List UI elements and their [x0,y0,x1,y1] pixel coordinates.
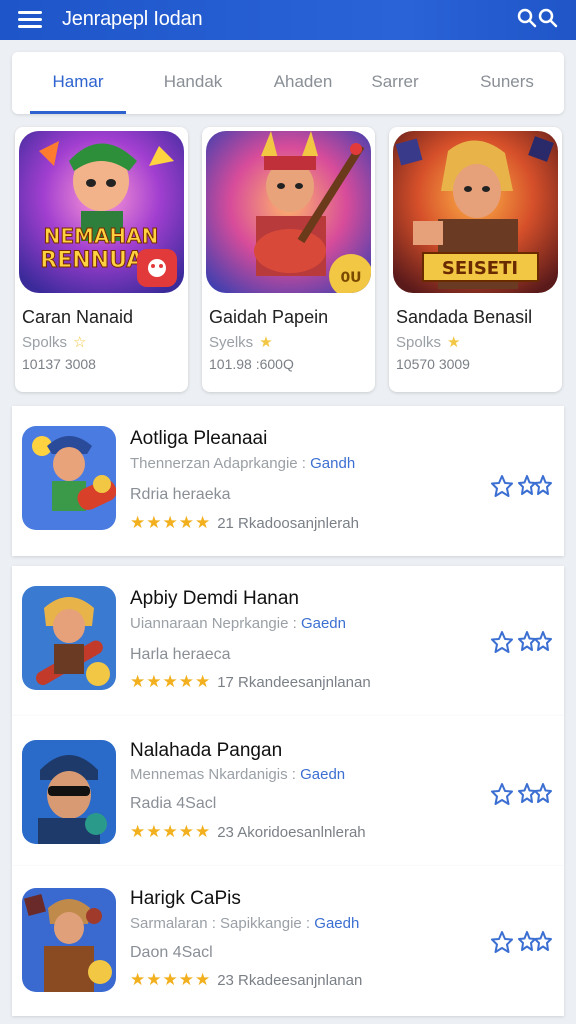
featured-app-name: Caran Nanaid [22,307,134,327]
search-button[interactable] [517,7,561,29]
rating-stars-icon: ★★★★★ [130,513,212,532]
rating-stars-icon: ★★★★★ [130,822,212,841]
app-subtitle: Uiannaraan Neprkangie : Gaedn [130,615,346,632]
featured-app-downloads: 10570 3009 [396,356,470,372]
row-actions [490,930,556,956]
rating-stars-icon: ★★★★★ [130,672,212,691]
featured-game-art: 0U [206,131,371,293]
list-item[interactable]: Harigk CaPis Sarmalaran : Sapikkangie : … [12,866,564,1016]
developer-link[interactable]: Gandh [310,455,355,472]
tab-hamar[interactable]: Hamar [30,72,126,92]
rating-stars-icon: ★★★★★ [130,970,212,989]
row-actions [490,630,556,656]
app-name: Nalahada Pangan [130,740,283,761]
active-tab-indicator [30,111,126,114]
developer-link[interactable]: Gaedn [301,615,346,632]
app-subtitle: Sarmalaran : Sapikkangie : Gaedh [130,915,360,932]
app-name: Aotliga Pleanaai [130,428,268,449]
app-description: Rdria heraeka [130,486,231,503]
search-icon [517,8,558,28]
row-actions [490,782,556,808]
featured-app-name: Sandada Benasil [396,307,533,327]
developer-link[interactable]: Gaedn [300,766,345,783]
hamburger-menu-icon[interactable] [18,8,42,30]
app-title: Jenrapepl Iodan [62,8,203,30]
favorites-icon[interactable] [518,930,554,954]
app-rating: ★★★★★ 23 Rkadeesanjnlanan [130,970,363,989]
app-subtitle: Mennemas Nkardanigis : Gaedn [130,766,346,783]
featured-app-downloads: 101.98 :600Q [209,356,294,372]
list-item[interactable]: Nalahada Pangan Mennemas Nkardanigis : G… [12,716,564,866]
app-rating: ★★★★★ 17 Rkandeesanjnlanan [130,672,371,691]
tab-sarrer[interactable]: Sarrer [340,72,450,92]
category-tabs: Hamar Handak Ahaden Sarrer Suners [12,52,564,114]
star-icon: ★ [447,334,461,351]
app-description: Radia 4Sacl [130,795,217,812]
app-description: Harla heraeca [130,646,231,663]
app-icon [22,888,116,992]
svg-text:NEMAHAN: NEMAHAN [44,224,159,248]
app-description: Daon 4Sacl [130,944,213,961]
star-icon: ★ [259,334,273,351]
list-item[interactable]: Apbiy Demdi Hanan Uiannaraan Neprkangie … [12,566,564,716]
featured-app-name: Gaidah Papein [209,307,329,327]
app-icon [22,740,116,844]
list-item[interactable]: Aotliga Pleanaai Thennerzan Adaprkangie … [12,406,564,556]
favorites-icon[interactable] [518,474,554,498]
app-icon [22,586,116,690]
bookmark-icon[interactable] [490,630,514,654]
featured-app-card[interactable]: 0U Gaidah Papein Syelks ★ 101.98 :600Q [202,127,375,392]
app-rating: ★★★★★ 21 Rkadoosanjnlerah [130,513,359,532]
app-rating: ★★★★★ 23 Akoridoesanlnlerah [130,822,366,841]
featured-app-category: Spolks ★ [396,334,461,351]
app-icon [22,426,116,530]
tab-suners[interactable]: Suners [452,72,562,92]
favorites-icon[interactable] [518,630,554,654]
featured-app-downloads: 10137 3008 [22,356,96,372]
featured-game-art: NEMAHAN RENNUAN [19,131,184,293]
star-icon: ☆ [73,334,87,351]
app-subtitle: Thennerzan Adaprkangie : Gandh [130,455,356,472]
bookmark-icon[interactable] [490,930,514,954]
svg-text:0U: 0U [340,270,361,286]
tab-handak[interactable]: Handak [138,72,248,92]
featured-app-category: Syelks ★ [209,334,273,351]
svg-text:SEISETI: SEISETI [442,258,518,279]
featured-app-card[interactable]: SEISETI Sandada Benasil Spolks ★ 10570 30… [389,127,562,392]
app-name: Apbiy Demdi Hanan [130,588,299,609]
featured-game-art: SEISETI [393,131,558,293]
row-actions [490,474,556,500]
app-name: Harigk CaPis [130,888,241,909]
featured-app-category: Spolks ☆ [22,334,87,351]
bookmark-icon[interactable] [490,474,514,498]
favorites-icon[interactable] [518,782,554,806]
top-app-bar: Jenrapepl Iodan [0,0,576,40]
featured-app-card[interactable]: NEMAHAN RENNUAN Caran Nanaid Spolks ☆ 101… [15,127,188,392]
developer-link[interactable]: Gaedh [314,915,359,932]
bookmark-icon[interactable] [490,782,514,806]
